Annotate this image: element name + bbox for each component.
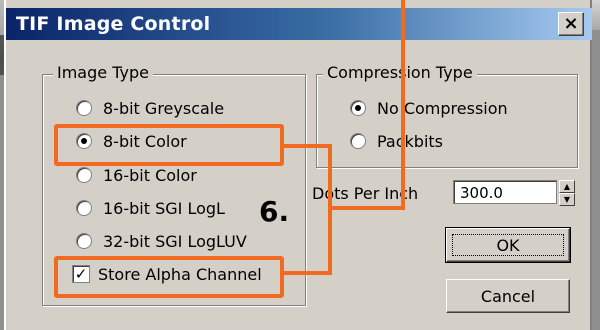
- option-no-compression[interactable]: No Compression: [350, 97, 508, 119]
- option-label: 16-bit Color: [103, 165, 197, 185]
- focus-rect: [452, 234, 564, 256]
- compression-type-label: Compression Type: [323, 63, 477, 82]
- ok-button[interactable]: OK: [445, 227, 571, 263]
- radio-16bit-color[interactable]: [76, 167, 92, 183]
- highlight-store-alpha: [54, 256, 284, 298]
- radio-16bit-sgi-logl[interactable]: [76, 200, 92, 216]
- option-label: 16-bit SGI LogL: [103, 198, 225, 218]
- dpi-input[interactable]: 300.0: [453, 180, 557, 204]
- option-label: 8-bit Greyscale: [103, 98, 225, 118]
- title-bar[interactable]: TIF Image Control ×: [6, 8, 592, 40]
- image-type-label: Image Type: [53, 63, 153, 82]
- connector-top-h: [284, 144, 332, 148]
- radio-8bit-greyscale[interactable]: [76, 100, 92, 116]
- radio-packbits[interactable]: [350, 133, 366, 149]
- step-number: 6.: [259, 195, 290, 228]
- dialog-title: TIF Image Control: [16, 13, 211, 35]
- radio-no-compression[interactable]: [350, 100, 366, 116]
- option-16bit-color[interactable]: 16-bit Color: [76, 164, 197, 186]
- cancel-label: Cancel: [480, 286, 536, 306]
- option-packbits[interactable]: Packbits: [350, 130, 443, 152]
- radio-32bit-sgi-logluv[interactable]: [76, 233, 92, 249]
- highlight-8bit-color: [54, 124, 284, 166]
- connector-dpi-h: [328, 206, 405, 210]
- dpi-spinner[interactable]: ▲ ▼: [559, 180, 575, 206]
- option-32bit-sgi-logluv[interactable]: 32-bit SGI LogLUV: [76, 230, 247, 252]
- option-label: No Compression: [377, 98, 508, 118]
- spin-up-icon[interactable]: ▲: [559, 180, 575, 193]
- connector-dpi-v: [401, 0, 405, 210]
- option-8bit-greyscale[interactable]: 8-bit Greyscale: [76, 97, 224, 119]
- cancel-button[interactable]: Cancel: [446, 279, 570, 313]
- close-button[interactable]: ×: [558, 12, 584, 36]
- option-label: 32-bit SGI LogLUV: [103, 231, 247, 251]
- close-icon: ×: [563, 13, 579, 34]
- option-label: Packbits: [377, 131, 444, 151]
- option-16bit-sgi-logl[interactable]: 16-bit SGI LogL: [76, 197, 225, 219]
- spin-down-icon[interactable]: ▼: [559, 193, 575, 206]
- compression-type-group: Compression Type: [316, 63, 578, 168]
- connector-bottom-h: [284, 271, 332, 275]
